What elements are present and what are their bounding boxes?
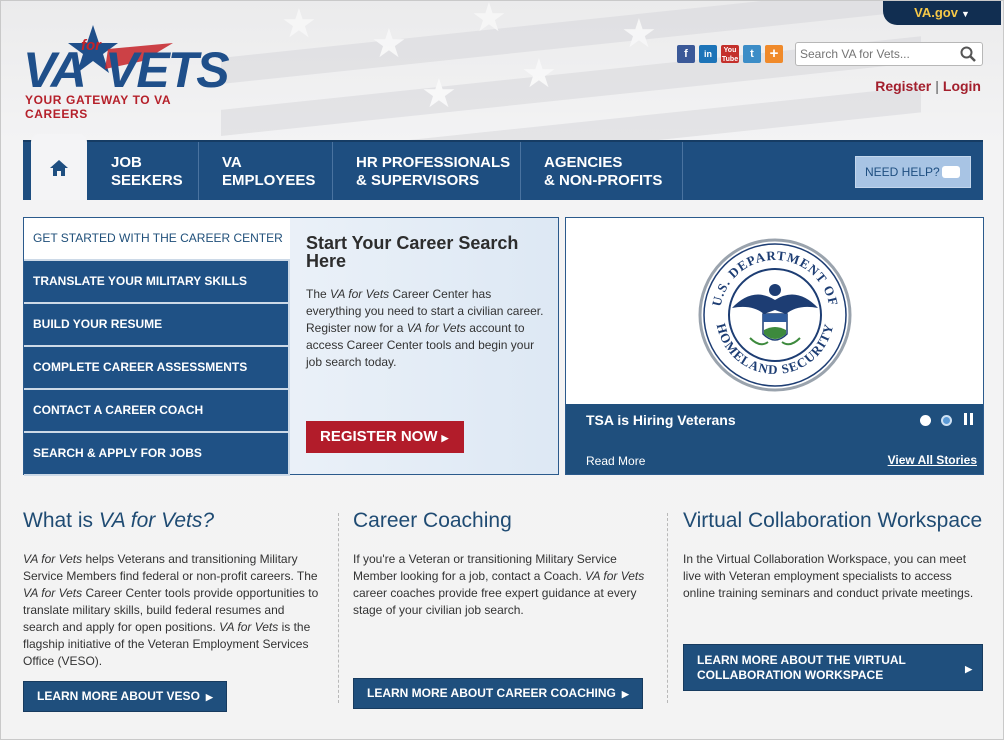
login-link[interactable]: Login: [943, 78, 981, 94]
learn-more-workspace-line2: COLLABORATION WORKSPACE: [697, 668, 884, 682]
nav-va-employees-line1: VA: [222, 154, 242, 171]
column-virtual-workspace: Virtual Collaboration Workspace In the V…: [683, 506, 983, 602]
addthis-icon[interactable]: +: [765, 45, 783, 63]
nav-va-employees[interactable]: VA EMPLOYEES: [199, 142, 333, 200]
page: ★ ★ ★ ★ ★ ★ VA.gov ▼ VA for VETS YOUR GAT…: [0, 0, 1004, 740]
view-all-stories-link[interactable]: View All Stories: [888, 453, 977, 467]
arrow-right-icon: ▶: [965, 664, 972, 674]
nav-hr-line2: & SUPERVISORS: [356, 172, 480, 189]
register-now-label: REGISTER NOW: [320, 428, 438, 445]
register-now-button[interactable]: REGISTER NOW ▶: [306, 421, 464, 453]
menu-get-started[interactable]: GET STARTED WITH THE CAREER CENTER: [24, 218, 290, 261]
dhs-seal-image: U.S. DEPARTMENT OF HOMELAND SECURITY: [698, 238, 852, 392]
flag-background: ★ ★ ★ ★ ★ ★: [221, 1, 921, 141]
menu-career-assessments[interactable]: COMPLETE CAREER ASSESSMENTS: [24, 347, 290, 390]
carousel-caption: TSA is Hiring Veterans Read More View Al…: [566, 404, 983, 474]
home-icon: [50, 160, 68, 176]
story-carousel: U.S. DEPARTMENT OF HOMELAND SECURITY TSA…: [565, 217, 984, 475]
column-divider: [338, 513, 339, 703]
column-workspace-body: In the Virtual Collaboration Workspace, …: [683, 552, 974, 600]
search-box: [795, 42, 983, 66]
column-what-is-body: VA for Vets helps Veterans and transitio…: [23, 552, 319, 668]
logo-va: VA: [23, 42, 87, 98]
main-nav: JOB SEEKERS VA EMPLOYEES HR PROFESSIONAL…: [23, 134, 983, 200]
menu-contact-coach[interactable]: CONTACT A CAREER COACH: [24, 390, 290, 433]
learn-more-workspace-button[interactable]: LEARN MORE ABOUT THE VIRTUAL COLLABORATI…: [683, 644, 983, 691]
need-help-label: NEED HELP?: [865, 165, 940, 179]
arrow-right-icon: ▶: [205, 692, 213, 702]
nav-hr-professionals[interactable]: HR PROFESSIONALS & SUPERVISORS: [333, 142, 521, 200]
arrow-right-icon: ▶: [621, 689, 629, 699]
column-career-coaching: Career Coaching If you're a Veteran or t…: [353, 506, 653, 619]
career-menu: GET STARTED WITH THE CAREER CENTER TRANS…: [24, 218, 290, 476]
column-coaching-body: If you're a Veteran or transitioning Mil…: [353, 552, 645, 617]
chat-bubble-icon: [942, 166, 960, 178]
chevron-down-icon: ▼: [960, 9, 970, 19]
need-help-button[interactable]: NEED HELP?: [855, 156, 971, 188]
nav-agencies-line1: AGENCIES: [544, 154, 623, 171]
column-what-is-title: What is VA for Vets?: [23, 509, 215, 532]
logo-tagline: YOUR GATEWAY TO VA CAREERS: [25, 93, 171, 121]
nav-home[interactable]: [31, 134, 87, 200]
career-content-body: The VA for Vets Career Center has everyt…: [306, 287, 544, 369]
read-more-link[interactable]: Read More: [586, 454, 645, 468]
logo-vets: VETS: [105, 42, 230, 98]
logo-for: for: [81, 37, 101, 54]
nav-job-seekers-line1: JOB: [111, 154, 142, 171]
register-link[interactable]: Register: [875, 78, 931, 94]
column-workspace-title: Virtual Collaboration Workspace: [683, 509, 983, 532]
learn-more-veso-button[interactable]: LEARN MORE ABOUT VESO ▶: [23, 681, 227, 712]
nav-hr-line1: HR PROFESSIONALS: [356, 154, 511, 171]
facebook-icon[interactable]: f: [677, 45, 695, 63]
story-title[interactable]: TSA is Hiring Veterans: [586, 412, 736, 428]
site-logo[interactable]: VA for VETS YOUR GATEWAY TO VA CAREERS: [23, 23, 230, 121]
arrow-right-icon: ▶: [441, 433, 449, 443]
learn-more-veso-label: LEARN MORE ABOUT VESO: [37, 689, 200, 703]
career-center-panel: GET STARTED WITH THE CAREER CENTER TRANS…: [23, 217, 559, 476]
slide-dot-2[interactable]: [941, 415, 952, 426]
column-coaching-title: Career Coaching: [353, 509, 512, 532]
twitter-icon[interactable]: t: [743, 45, 761, 63]
search-input[interactable]: [796, 43, 956, 65]
social-links: f in You Tube t +: [677, 45, 783, 63]
menu-search-jobs[interactable]: SEARCH & APPLY FOR JOBS: [24, 433, 290, 476]
pause-icon[interactable]: [964, 413, 974, 425]
learn-more-coaching-button[interactable]: LEARN MORE ABOUT CAREER COACHING ▶: [353, 678, 643, 709]
link-separator: |: [935, 78, 939, 94]
career-content-title: Start Your Career Search Here: [306, 233, 519, 271]
youtube-icon[interactable]: You Tube: [721, 45, 739, 63]
nav-va-employees-line2: EMPLOYEES: [222, 172, 316, 189]
nav-job-seekers-line2: SEEKERS: [111, 172, 183, 189]
vagov-label: VA.gov: [914, 5, 958, 20]
nav-agencies[interactable]: AGENCIES & NON-PROFITS: [521, 142, 683, 200]
account-links: Register | Login: [875, 78, 981, 94]
nav-job-seekers[interactable]: JOB SEEKERS: [99, 142, 199, 200]
vagov-link[interactable]: VA.gov ▼: [883, 1, 1001, 25]
learn-more-workspace-line1: LEARN MORE ABOUT THE VIRTUAL: [697, 653, 906, 667]
learn-more-coaching-label: LEARN MORE ABOUT CAREER COACHING: [367, 686, 616, 700]
column-what-is: What is VA for Vets? VA for Vets helps V…: [23, 506, 323, 670]
linkedin-icon[interactable]: in: [699, 45, 717, 63]
menu-build-resume[interactable]: BUILD YOUR RESUME: [24, 304, 290, 347]
nav-agencies-line2: & NON-PROFITS: [544, 172, 663, 189]
menu-translate-skills[interactable]: TRANSLATE YOUR MILITARY SKILLS: [24, 261, 290, 304]
column-divider: [667, 513, 668, 703]
slide-dot-1[interactable]: [920, 415, 931, 426]
search-icon[interactable]: [960, 46, 976, 62]
